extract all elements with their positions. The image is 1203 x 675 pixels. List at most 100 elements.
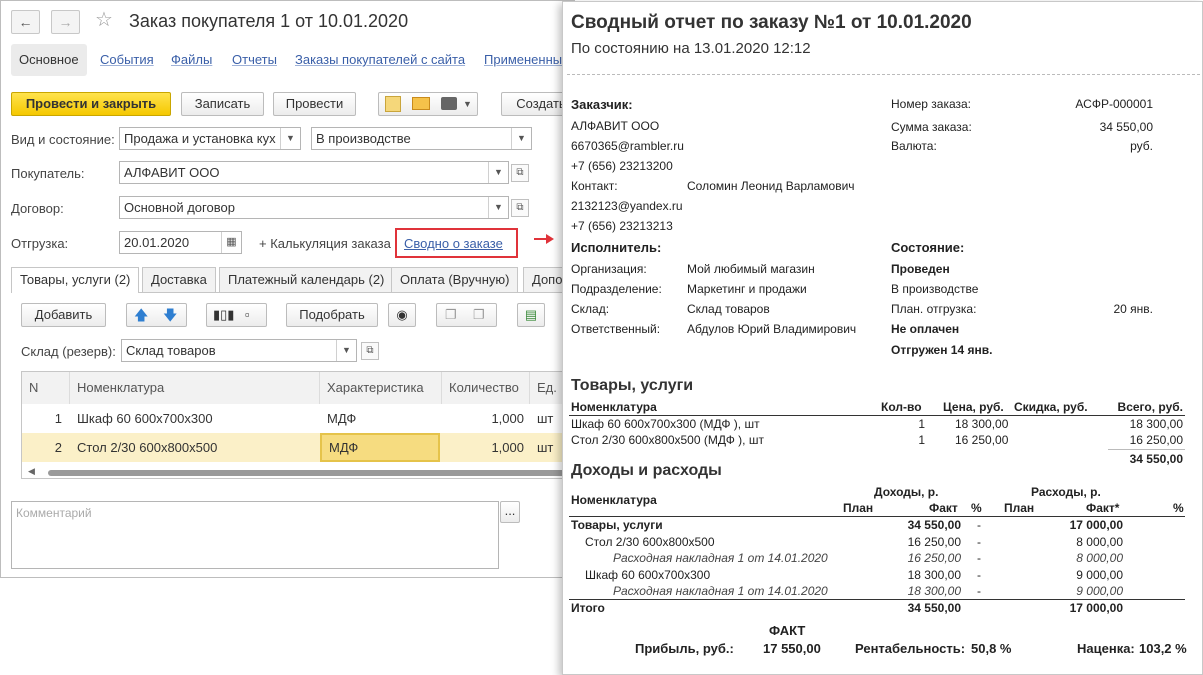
col-header-name[interactable]: Номенклатура [70, 372, 320, 404]
goods-table: N Номенклатура Характеристика Количество… [21, 371, 574, 479]
table-row[interactable]: 1 Шкаф 60 600х700х300 МДФ 1,000 шт [22, 404, 574, 433]
mail-icon[interactable] [412, 97, 430, 110]
goods-col-discount: Скидка, руб. [1014, 400, 1088, 414]
ie-row-income: 18 300,00 [907, 584, 961, 598]
ie-row-expense: 17 000,00 [1069, 518, 1123, 532]
goods-row-price: 16 250,00 [955, 433, 1009, 447]
row-n: 1 [54, 411, 62, 426]
chevron-down-icon[interactable]: ▼ [488, 197, 508, 218]
post-button[interactable]: Провести [273, 92, 356, 116]
ie-row-dash: - [977, 568, 981, 582]
ie-row-expense: 8 000,00 [1076, 535, 1123, 549]
row-name: Шкаф 60 600х700х300 [77, 411, 213, 426]
goods-total: 34 550,00 [1129, 452, 1183, 466]
chevron-down-icon[interactable]: ▼ [488, 162, 508, 183]
tab-payment-calendar[interactable]: Платежный календарь (2) [219, 267, 394, 292]
goods-row-qty: 1 [918, 417, 925, 431]
kind-select[interactable]: Продажа и установка кух ▼ [119, 127, 301, 150]
add-button[interactable]: Добавить [21, 303, 106, 327]
tab-site-orders[interactable]: Заказы покупателей с сайта [295, 44, 465, 76]
tab-goods[interactable]: Товары, услуги (2) [11, 267, 140, 293]
col-header-n[interactable]: N [22, 372, 70, 404]
arrow-up-icon[interactable]: 🡅 [134, 304, 148, 326]
eye-icon[interactable]: ◉ [388, 303, 416, 327]
tab-files[interactable]: Файлы [171, 44, 212, 76]
chevron-down-icon[interactable]: ▼ [336, 340, 356, 361]
star-icon[interactable]: ☆ [95, 7, 113, 32]
back-button[interactable]: ← [11, 10, 40, 34]
ie-row-income: 34 550,00 [907, 518, 961, 532]
shipment-value: 20.01.2020 [124, 235, 190, 250]
table-settings-icon[interactable]: ▤ [517, 303, 545, 327]
open-icon[interactable]: ⧉ [511, 199, 529, 217]
tab-main[interactable]: Основное [11, 44, 87, 76]
warehouse-field[interactable]: Склад товаров ▼ [121, 339, 357, 362]
paste-icon[interactable]: ❐ [473, 304, 485, 326]
plan-ship-label: План. отгрузка: [891, 302, 977, 316]
ie-inc-plan: План [843, 501, 874, 515]
tab-events[interactable]: События [100, 44, 154, 76]
tab-payment-manual[interactable]: Оплата (Вручную) [391, 267, 519, 292]
col-header-char[interactable]: Характеристика [320, 372, 442, 404]
warehouse-value: Склад товаров [126, 343, 216, 358]
calc-link[interactable]: + Калькуляция заказа [259, 236, 391, 251]
state-select[interactable]: В производстве ▼ [311, 127, 532, 150]
tab-applied[interactable]: Примененные [484, 44, 569, 76]
barcode-icon[interactable]: ▮▯▮ [213, 304, 234, 326]
print-icon[interactable] [441, 97, 457, 110]
comment-more-button[interactable]: ... [500, 501, 520, 523]
customer-email: 6670365@rambler.ru [571, 139, 684, 153]
scanner-icon[interactable]: ▫ [245, 304, 250, 326]
contract-field[interactable]: Основной договор ▼ [119, 196, 509, 219]
calendar-icon[interactable]: ▦ [221, 232, 241, 253]
goods-col-total: Всего, руб. [1117, 400, 1183, 414]
table-row[interactable]: 2 Стол 2/30 600х800х500 МДФ 1,000 шт [22, 433, 574, 462]
chevron-down-icon[interactable]: ▼ [511, 128, 531, 149]
tab-reports[interactable]: Отчеты [232, 44, 277, 76]
contract-label: Договор: [11, 201, 64, 216]
order-window: ← → ☆ Заказ покупателя 1 от 10.01.2020 О… [0, 0, 575, 578]
order-sum-label: Сумма заказа: [891, 120, 972, 134]
org: Мой любимый магазин [687, 262, 815, 276]
ie-row-dash: - [977, 518, 981, 532]
pick-button[interactable]: Подобрать [286, 303, 378, 327]
tab-delivery[interactable]: Доставка [142, 267, 216, 292]
goods-col-name: Номенклатура [571, 400, 657, 414]
arrow-down-icon[interactable]: 🡇 [163, 304, 177, 326]
chevron-down-icon[interactable]: ▼ [463, 93, 472, 115]
comment-field[interactable]: Комментарий [11, 501, 499, 569]
open-icon[interactable]: ⧉ [511, 164, 529, 182]
buyer-field[interactable]: АЛФАВИТ ООО ▼ [119, 161, 509, 184]
chevron-down-icon[interactable]: ▼ [280, 128, 300, 149]
open-icon[interactable]: ⧉ [361, 342, 379, 360]
state-heading: Состояние: [891, 240, 965, 255]
ie-row-expense: 8 000,00 [1076, 551, 1123, 565]
buyer-value: АЛФАВИТ ООО [124, 165, 220, 180]
col-header-qty[interactable]: Количество [442, 372, 530, 404]
post-and-close-button[interactable]: Провести и закрыть [11, 92, 171, 116]
contact-phone: +7 (656) 23213213 [571, 219, 673, 233]
buyer-label: Покупатель: [11, 166, 85, 181]
ie-row-name: Расходная накладная 1 от 14.01.2020 [613, 551, 828, 565]
ie-exp-plan: План [1004, 501, 1035, 515]
summary-link[interactable]: Сводно о заказе [404, 236, 503, 251]
copy-icon[interactable]: ❐ [445, 304, 457, 326]
ie-exp-pct: % [1173, 501, 1184, 515]
shipment-date-field[interactable]: 20.01.2020 ▦ [119, 231, 242, 254]
ie-heading: Доходы и расходы [571, 462, 722, 479]
row-qty: 1,000 [491, 411, 524, 426]
row-char[interactable]: МДФ [320, 433, 440, 462]
horizontal-scrollbar[interactable] [48, 470, 574, 476]
goods-col-qty: Кол-во [881, 400, 922, 414]
divider [1108, 449, 1185, 450]
ie-row-name: Шкаф 60 600х700х300 [585, 568, 711, 582]
document-icon[interactable] [385, 96, 401, 112]
copy-group: ❐ ❐ [436, 303, 497, 327]
forward-button[interactable]: → [51, 10, 80, 34]
ie-exp-fact: Факт* [1086, 501, 1120, 515]
currency: руб. [1130, 139, 1153, 153]
fact-heading: ФАКТ [769, 623, 806, 638]
state-production: В производстве [891, 282, 979, 296]
save-button[interactable]: Записать [181, 92, 264, 116]
scroll-left-icon[interactable]: ◀ [28, 466, 35, 477]
